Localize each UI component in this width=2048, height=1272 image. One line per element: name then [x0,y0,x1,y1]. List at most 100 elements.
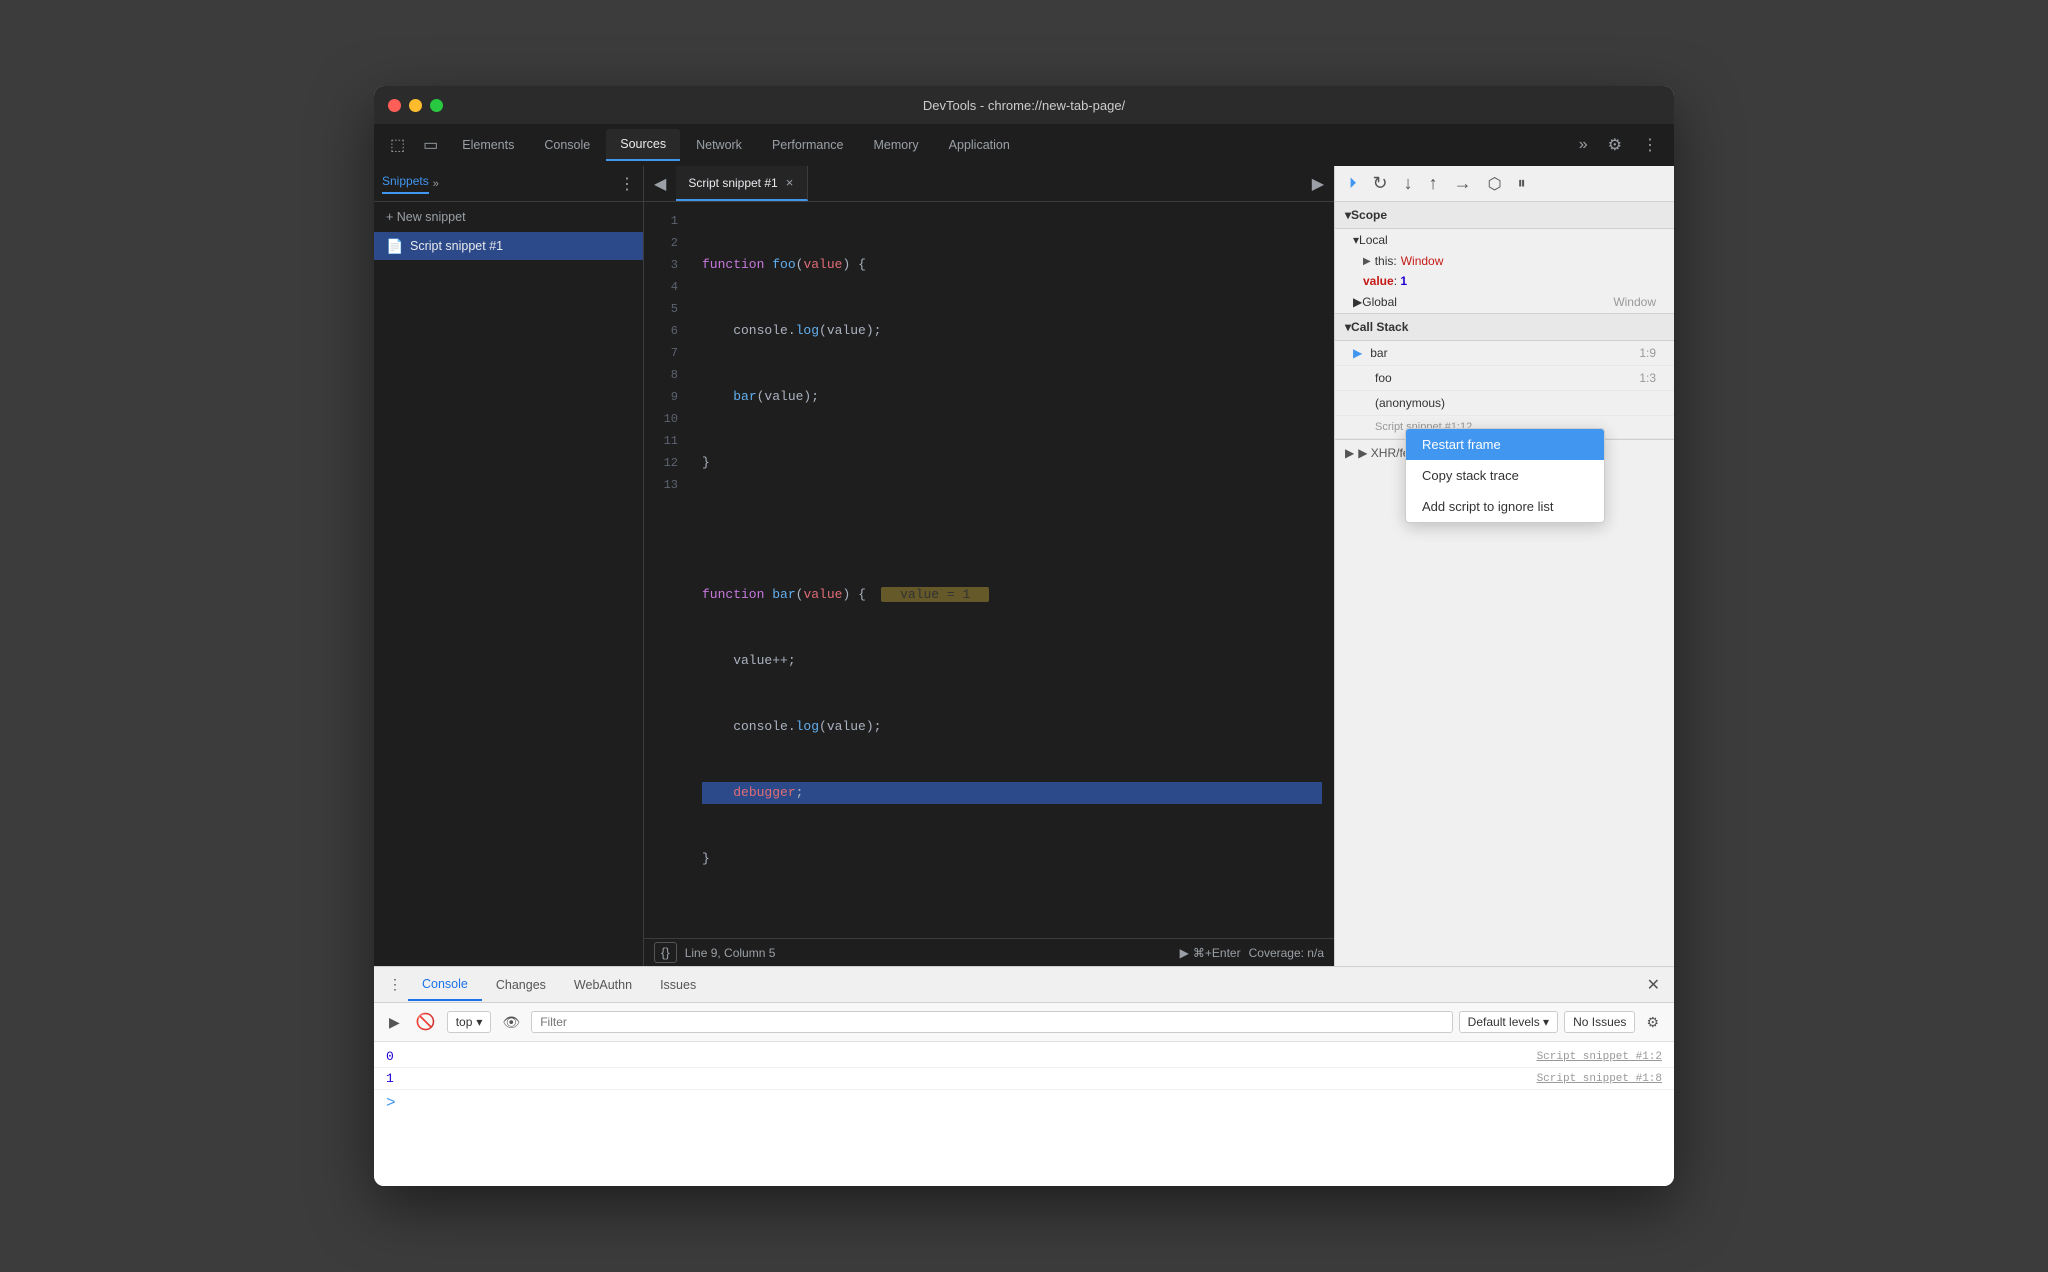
debugger-toolbar: ⏵ ↻ ↓ ↑ → ⬡ ⏸ [1335,166,1674,202]
tab-close-icon[interactable]: × [784,174,796,191]
new-snippet-button[interactable]: + New snippet [374,202,643,232]
run-icon: ▶ [1180,946,1189,960]
this-arrow: ▶ [1363,256,1371,267]
line-num-5: 5 [644,298,690,320]
global-scope-header[interactable]: ▶ Global Window [1335,291,1674,313]
title-bar: DevTools - chrome://new-tab-page/ [374,86,1674,124]
bottom-tab-console[interactable]: Console [408,969,482,1001]
code-line-5 [702,518,1322,540]
frame-loc-bar: 1:9 [1639,346,1656,360]
device-icon[interactable]: ▭ [415,129,446,161]
snippet-item-1[interactable]: 📄 Script snippet #1 [374,232,643,260]
tab-performance[interactable]: Performance [758,130,858,160]
snippets-tab-label[interactable]: Snippets [382,174,429,194]
right-panel: ⏵ ↻ ↓ ↑ → ⬡ ⏸ ▾ Scope ▾ Local [1334,166,1674,966]
bottom-tabs: ⋮ Console Changes WebAuthn Issues ✕ [374,967,1674,1003]
console-eye-icon[interactable]: 👁 [497,1011,525,1034]
editor-tab-snippet1[interactable]: Script snippet #1 × [676,166,808,201]
devtools-window: DevTools - chrome://new-tab-page/ ⬚ ▭ El… [374,86,1674,1186]
tab-memory[interactable]: Memory [860,130,933,160]
value-val: 1 [1400,274,1407,288]
tab-elements[interactable]: Elements [448,130,528,160]
output-source-0[interactable]: Script snippet #1:2 [1537,1051,1662,1063]
code-editor[interactable]: 1 2 3 4 5 6 7 8 9 10 11 12 13 [644,202,1334,938]
line-num-12: 12 [644,452,690,474]
run-snippet-icon[interactable]: ▶ [1302,168,1334,200]
left-sidebar: Snippets » ⋮ + New snippet 📄 Script snip… [374,166,644,966]
window-title: DevTools - chrome://new-tab-page/ [923,98,1125,113]
ctx-copy-stack-trace[interactable]: Copy stack trace [1406,460,1604,491]
code-line-1: function foo(value) { [702,254,1322,276]
call-stack-item-anon[interactable]: (anonymous) [1335,391,1674,416]
output-source-1[interactable]: Script snippet #1:8 [1537,1073,1662,1085]
line-num-9: 9 [644,386,690,408]
coverage-label: Coverage: n/a [1249,946,1324,960]
console-clear-icon[interactable]: 🚫 [411,1009,441,1035]
inspect-icon[interactable]: ⬚ [382,129,413,161]
tab-console[interactable]: Console [530,130,604,160]
local-scope-header[interactable]: ▾ Local [1335,229,1674,251]
code-line-6: function bar(value) { value = 1 [702,584,1322,606]
console-settings-icon[interactable]: ⚙ [1641,1011,1664,1034]
code-line-2: console.log(value); [702,320,1322,342]
step-over-button[interactable]: ↻ [1367,170,1394,197]
main-tabs-right: » ⚙ ⋮ [1571,130,1666,160]
sidebar-more-icon[interactable]: ⋮ [619,174,635,194]
console-prompt[interactable]: > [374,1090,1674,1116]
snippet-label-1: Script snippet #1 [410,239,503,253]
ctx-restart-frame[interactable]: Restart frame [1406,429,1604,460]
sidebar-toggle-icon[interactable]: ◀ [644,168,676,200]
deactivate-button[interactable]: ⬡ [1482,171,1508,197]
tab-application[interactable]: Application [935,130,1024,160]
pause-button[interactable]: ⏸ [1512,172,1532,196]
bottom-tab-issues[interactable]: Issues [646,970,710,1000]
bottom-tab-changes[interactable]: Changes [482,970,560,1000]
step-into-button[interactable]: ↓ [1398,170,1419,197]
tab-network[interactable]: Network [682,130,756,160]
close-button[interactable] [388,99,401,112]
scope-this-item[interactable]: ▶ this: Window [1335,251,1674,271]
call-stack-header[interactable]: ▾ Call Stack [1335,314,1674,341]
console-output: 0 Script snippet #1:2 1 Script snippet #… [374,1042,1674,1186]
more-options-icon[interactable]: ⋮ [1634,130,1666,160]
bottom-tabs-more-icon[interactable]: ⋮ [382,972,408,997]
console-toolbar: ▶ 🚫 top ▾ 👁 Default levels ▾ No Issues ⚙ [374,1003,1674,1042]
frame-loc-foo: 1:3 [1639,371,1656,385]
minimize-button[interactable] [409,99,422,112]
step-button[interactable]: → [1448,170,1478,197]
context-menu: Restart frame Copy stack trace Add scrip… [1405,428,1605,523]
maximize-button[interactable] [430,99,443,112]
console-context-selector[interactable]: top ▾ [447,1011,492,1033]
settings-icon[interactable]: ⚙ [1600,130,1630,160]
global-arrow: ▶ [1353,295,1362,309]
console-filter-input[interactable] [531,1011,1452,1033]
format-button[interactable]: {} [654,942,677,963]
cursor-position: Line 9, Column 5 [685,946,776,960]
context-arrow: ▾ [476,1015,482,1029]
more-tabs-icon[interactable]: » [1571,131,1596,159]
resume-button[interactable]: ⏵ [1343,172,1363,195]
console-no-issues-button[interactable]: No Issues [1564,1011,1635,1033]
code-line-8: console.log(value); [702,716,1322,738]
line-num-1: 1 [644,210,690,232]
bottom-tab-webauthn[interactable]: WebAuthn [560,970,646,1000]
context-label: top [456,1015,473,1029]
call-stack-item-foo[interactable]: foo 1:3 [1335,366,1674,391]
run-button[interactable]: ▶ ⌘+Enter [1180,946,1241,960]
tab-sources[interactable]: Sources [606,129,680,161]
console-levels-button[interactable]: Default levels ▾ [1459,1011,1558,1033]
call-stack-item-bar[interactable]: ▶ bar 1:9 [1335,341,1674,366]
editor-tabs: ◀ Script snippet #1 × ▶ [644,166,1334,202]
console-run-icon[interactable]: ▶ [384,1011,405,1034]
code-line-11 [702,914,1322,936]
line-num-8: 8 [644,364,690,386]
line-num-13: 13 [644,474,690,496]
step-out-button[interactable]: ↑ [1423,170,1444,197]
scope-header[interactable]: ▾ Scope [1335,202,1674,229]
bottom-panel: ⋮ Console Changes WebAuthn Issues ✕ ▶ 🚫 … [374,966,1674,1186]
line-num-2: 2 [644,232,690,254]
bottom-panel-close-icon[interactable]: ✕ [1641,971,1666,999]
ctx-add-to-ignore[interactable]: Add script to ignore list [1406,491,1604,522]
call-stack-label: Call Stack [1351,320,1408,334]
sidebar-tab-more[interactable]: » [433,178,439,190]
